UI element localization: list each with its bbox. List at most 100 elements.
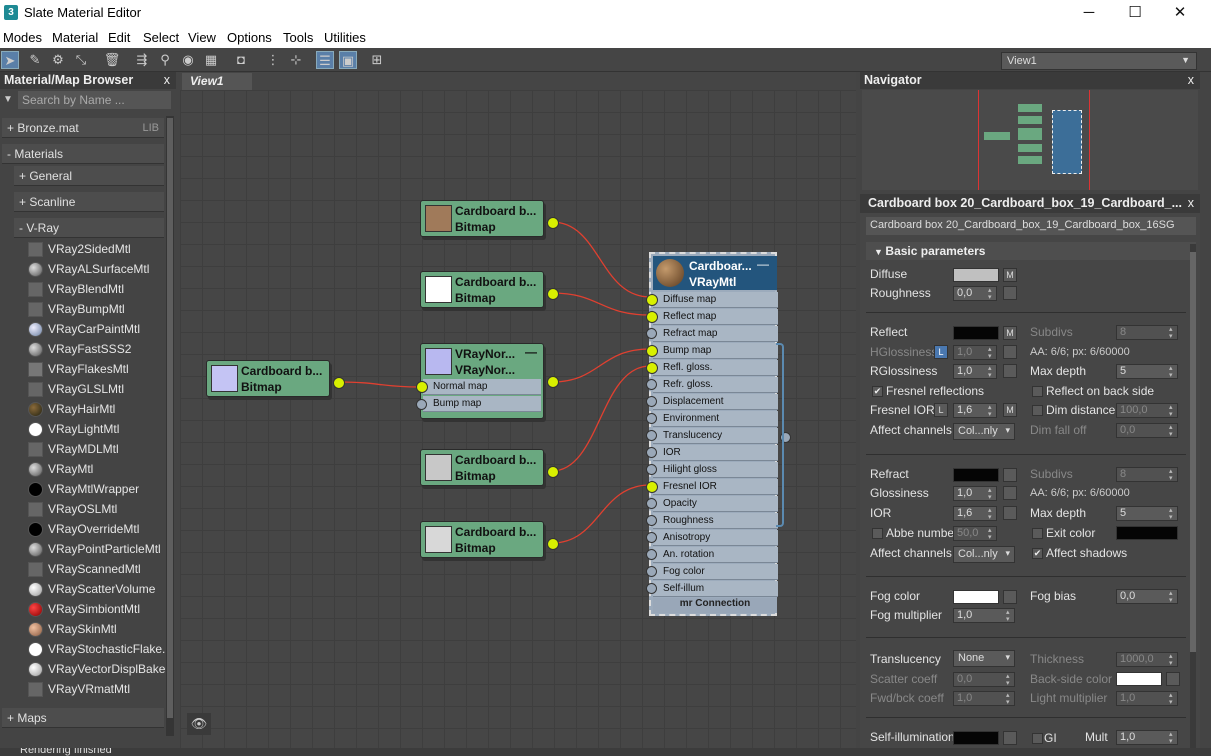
navigator-minimap[interactable] [862,90,1198,190]
list-item[interactable]: VRayMtlWrapper [26,479,164,499]
exit-color-checkbox[interactable] [1032,528,1043,539]
slot-environment[interactable]: Environment [653,411,778,427]
gi-checkbox[interactable] [1032,733,1043,744]
backside-map-button[interactable] [1166,672,1180,686]
slot-an-rotation[interactable]: An. rotation [653,547,778,563]
backside-color-swatch[interactable] [1116,672,1162,686]
menu-tools[interactable]: Tools [283,30,313,45]
browser-scrollbar[interactable] [166,116,174,736]
list-item[interactable]: VRayOverrideMtl [26,519,164,539]
fresnel-ior-spinner[interactable]: 1,6 [953,403,997,418]
input-port[interactable] [646,515,657,526]
slot-fresnel-ior[interactable]: Fresnel IOR [653,479,778,495]
dim-falloff-spinner[interactable]: 0,0 [1116,423,1178,438]
layout-all-icon[interactable]: ⋮ [264,51,282,69]
scatter-spinner[interactable]: 0,0 [953,672,1015,687]
background-icon[interactable]: ▦ [202,51,220,69]
slot-ior[interactable]: IOR [653,445,778,461]
close-button[interactable]: ✕ [1157,0,1203,26]
node-bitmap-5[interactable]: Cardboard b... Bitmap [206,360,345,397]
rglossiness-spinner[interactable]: 1,0 [953,364,997,379]
input-port[interactable] [646,481,658,493]
list-item[interactable]: VRayBumpMtl [26,299,164,319]
refract-swatch[interactable] [953,468,999,482]
move-children-icon[interactable]: ⇶ [133,51,151,69]
fog-bias-spinner[interactable]: 0,0 [1116,589,1178,604]
node-bitmap-4[interactable]: Cardboard b... Bitmap [420,521,559,558]
slot-self-illum[interactable]: Self-illum [653,581,778,597]
output-port[interactable] [547,376,559,388]
slot-bump-map[interactable]: Bump map [423,396,541,412]
input-port[interactable] [646,328,657,339]
list-item[interactable]: VRayScannedMtl [26,559,164,579]
input-port[interactable] [646,464,657,475]
list-item[interactable]: VRayVectorDisplBake [26,659,165,679]
hgloss-map-button[interactable] [1003,345,1017,359]
node-bitmap-3[interactable]: Cardboard b... Bitmap [420,449,559,486]
exit-color-swatch[interactable] [1116,526,1178,540]
rollout-basic-parameters[interactable]: ▼ Basic parameters [866,242,1196,260]
input-port[interactable] [646,566,657,577]
select-by-material-icon[interactable]: ⊞ [368,51,386,69]
slot-refract-map[interactable]: Refract map [653,326,778,342]
input-port[interactable] [646,396,657,407]
output-port[interactable] [333,377,345,389]
output-port[interactable] [547,217,559,229]
slot-refl-gloss[interactable]: Refl. gloss. [653,360,778,376]
binoculars-icon[interactable]: 👁 [187,713,211,735]
fresnel-checkbox[interactable]: ✔ [872,386,883,397]
param-close-icon[interactable]: x [1184,196,1194,210]
translucency-dropdown[interactable]: None [953,650,1015,667]
library-bronze[interactable]: + Bronze.mat LIB [2,118,164,138]
list-item[interactable]: VRayFastSSS2 [26,339,164,359]
list-item[interactable]: VRayVRmatMtl [26,679,164,699]
fog-multiplier-spinner[interactable]: 1,0 [953,608,1015,623]
hide-unused-icon[interactable]: ⚲ [156,51,174,69]
collapse-icon[interactable]: — [757,257,769,271]
list-item[interactable]: VRayALSurfaceMtl [26,259,164,279]
self-illum-swatch[interactable] [953,731,999,745]
slot-anisotropy[interactable]: Anisotropy [653,530,778,546]
navigator-close-icon[interactable]: x [1188,73,1194,87]
list-item[interactable]: VRayFlakesMtl [26,359,164,379]
group-materials[interactable]: - Materials [2,144,164,164]
select-tool-icon[interactable]: ➤ [1,51,19,69]
list-item[interactable]: VRayStochasticFlake... [26,639,172,659]
node-vraynormalmap[interactable]: VRayNor... VRayNor... — Normal map Bump … [416,343,559,419]
maximize-button[interactable]: ☐ [1112,0,1158,26]
menu-utilities[interactable]: Utilities [324,30,366,45]
slot-fog-color[interactable]: Fog color [653,564,778,580]
gloss-map-button[interactable] [1003,486,1017,500]
slot-reflect-map[interactable]: Reflect map [653,309,778,325]
fwdbck-spinner[interactable]: 1,0 [953,691,1015,706]
slot-displacement[interactable]: Displacement [653,394,778,410]
show-map-icon[interactable]: ◉ [179,51,197,69]
input-port[interactable] [646,362,658,374]
rgloss-map-button[interactable] [1003,364,1017,378]
affect-shadows-checkbox[interactable]: ✔ [1032,548,1043,559]
output-port[interactable] [547,466,559,478]
menu-material[interactable]: Material [52,30,98,45]
light-multiplier-spinner[interactable]: 1,0 [1116,691,1178,706]
slot-bump-map[interactable]: Bump map [653,343,778,359]
input-port[interactable] [646,345,658,357]
param-scrollbar[interactable] [1190,244,1196,754]
node-vraymtl[interactable]: Cardboar... VRayMtl — Diffuse map Reflect… [646,252,791,616]
tab-view1[interactable]: View1 [182,73,252,90]
ior-spinner[interactable]: 1,6 [953,506,997,521]
preview-icon[interactable]: ◘ [232,51,250,69]
param-editor-toggle-icon[interactable]: ▣ [339,51,357,69]
input-port[interactable] [416,381,428,393]
layout-children-icon[interactable]: ⊹ [287,51,305,69]
list-item[interactable]: VRayBlendMtl [26,279,164,299]
ior-map-button[interactable] [1003,506,1017,520]
reflect-swatch[interactable] [953,326,999,340]
list-item[interactable]: VRaySkinMtl [26,619,164,639]
input-port[interactable] [646,294,658,306]
input-port[interactable] [416,399,427,410]
menu-select[interactable]: Select [143,30,179,45]
list-item[interactable]: VRayGLSLMtl [26,379,164,399]
dim-distance-checkbox[interactable] [1032,405,1043,416]
material-name-field[interactable]: Cardboard box 20_Cardboard_box_19_Cardbo… [866,217,1196,235]
mr-connection[interactable]: mr Connection [653,598,777,613]
